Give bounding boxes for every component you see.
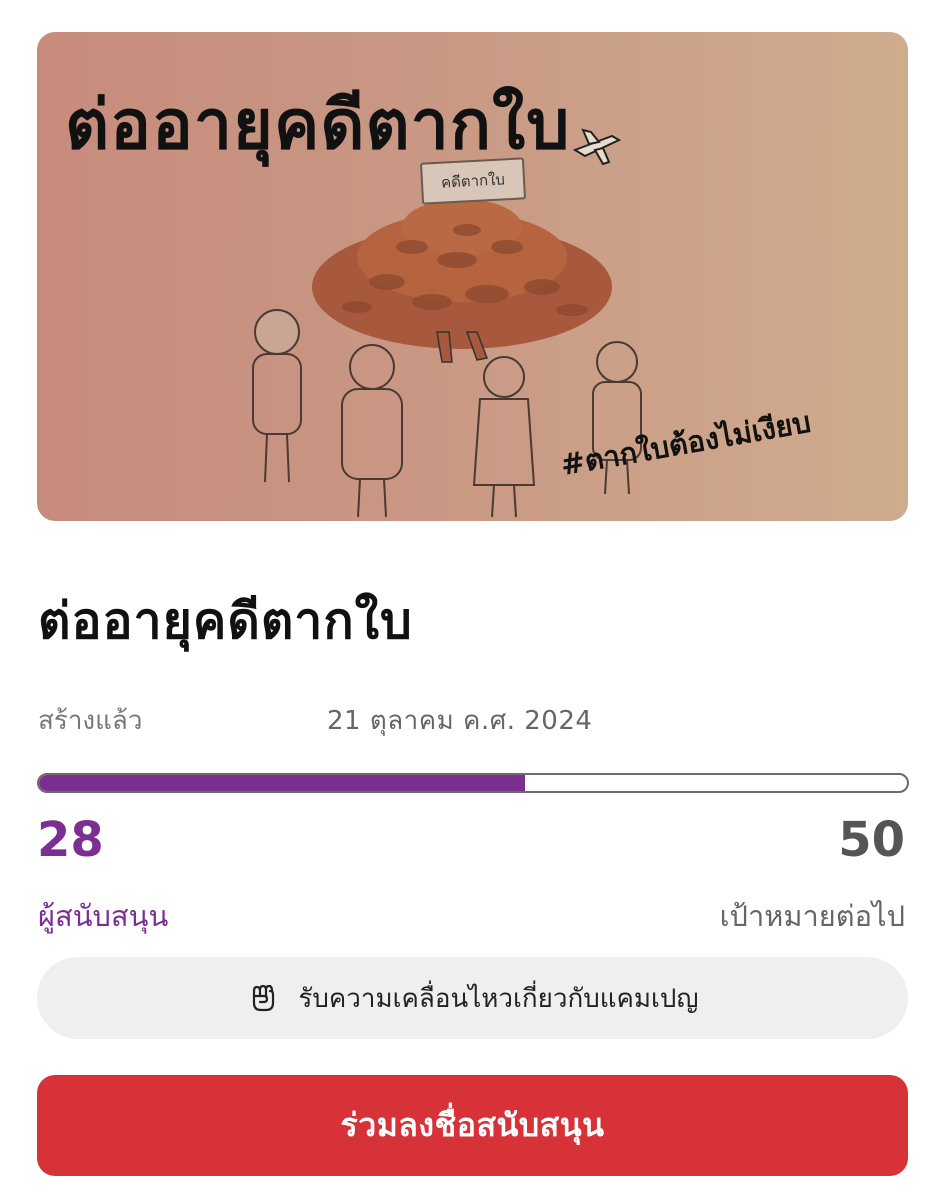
raised-fist-icon (253, 984, 275, 1012)
page-title: ต่ออายุคดีตากใบ (38, 592, 413, 650)
next-goal-label: เป้าหมายต่อไป (719, 899, 905, 933)
sign-petition-label: ร่วมลงชื่อสนับสนุน (340, 1106, 605, 1144)
campaign-updates-button[interactable]: รับความเคลื่อนไหวเกี่ยวกับแคมเปญ (37, 957, 908, 1039)
campaign-hero-image: ต่ออายุคดีตากใบ คดีตากใบ #ตากใบต้องไม่เง… (37, 32, 908, 521)
goal-count: 50 (838, 812, 905, 868)
airplane-doodle (572, 128, 622, 166)
pile-of-bodies (312, 199, 612, 363)
supporters-count: 28 (37, 812, 104, 868)
created-label: สร้างแล้ว (38, 706, 143, 736)
sign-petition-button[interactable]: ร่วมลงชื่อสนับสนุน (37, 1075, 908, 1176)
campaign-updates-label: รับความเคลื่อนไหวเกี่ยวกับแคมเปญ (298, 983, 699, 1014)
campaign-page: ต่ออายุคดีตากใบ คดีตากใบ #ตากใบต้องไม่เง… (0, 0, 943, 1200)
progress-bar (37, 773, 909, 793)
progress-bar-fill (39, 775, 526, 791)
supporters-label: ผู้สนับสนุน (38, 899, 169, 933)
hero-sign-label: คดีตากใบ (419, 157, 527, 205)
created-date: 21 ตุลาคม ค.ศ. 2024 (327, 706, 593, 736)
